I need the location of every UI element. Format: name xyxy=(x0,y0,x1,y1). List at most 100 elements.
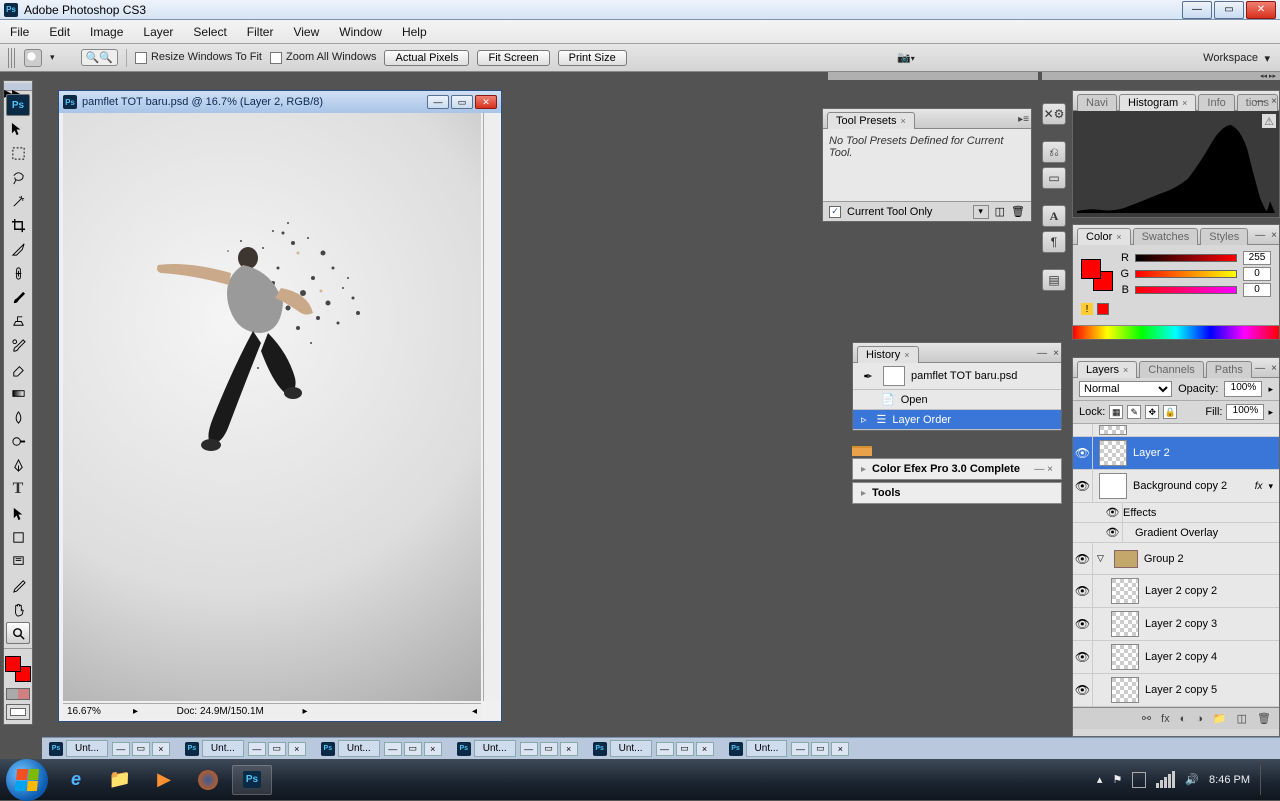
taskbar-media-icon[interactable]: ▶ xyxy=(144,765,184,795)
doc-scroll-vertical[interactable] xyxy=(483,113,499,701)
visibility-toggle[interactable] xyxy=(1073,424,1093,436)
fill-arrow-icon[interactable]: ▸ xyxy=(1268,407,1273,418)
docbar-group[interactable]: PsUnt... —▭× xyxy=(318,740,442,757)
docbar-group[interactable]: PsUnt... —▭× xyxy=(590,740,714,757)
zoom-all-windows-checkbox[interactable]: Zoom All Windows xyxy=(270,51,376,63)
new-preset-icon[interactable]: ◫ xyxy=(995,205,1005,218)
color-swatches[interactable] xyxy=(5,656,31,682)
menu-layer[interactable]: Layer xyxy=(133,20,183,44)
zoom-readout[interactable]: 16.67% xyxy=(67,706,123,717)
fit-screen-button[interactable]: Fit Screen xyxy=(477,50,549,66)
canvas[interactable] xyxy=(63,113,481,701)
shape-tool[interactable] xyxy=(6,526,30,548)
panel-minimize-icon[interactable]: — xyxy=(1255,363,1265,374)
dock-clone-icon[interactable]: ⎌ xyxy=(1042,141,1066,163)
layer-name[interactable]: Layer 2 copy 2 xyxy=(1145,585,1279,597)
print-size-button[interactable]: Print Size xyxy=(558,50,627,66)
tray-flag-icon[interactable]: ⚑ xyxy=(1112,773,1122,786)
doc-scroll-left-icon[interactable]: ◂ xyxy=(472,706,477,717)
delete-layer-icon[interactable]: 🗑 xyxy=(1257,712,1271,725)
panel-close-icon[interactable]: × xyxy=(1271,96,1277,107)
menu-filter[interactable]: Filter xyxy=(237,20,284,44)
slice-tool[interactable] xyxy=(6,238,30,260)
b-slider[interactable] xyxy=(1135,286,1237,294)
window-maximize-button[interactable]: ▭ xyxy=(1214,1,1244,19)
menu-image[interactable]: Image xyxy=(80,20,133,44)
link-layers-icon[interactable]: ⚯ xyxy=(1142,712,1151,725)
lock-transparency-icon[interactable]: ▦ xyxy=(1109,405,1123,419)
document-titlebar[interactable]: Ps pamflet TOT baru.psd @ 16.7% (Layer 2… xyxy=(59,91,501,113)
menu-edit[interactable]: Edit xyxy=(39,20,80,44)
menu-help[interactable]: Help xyxy=(392,20,437,44)
new-group-icon[interactable]: 📁 xyxy=(1213,712,1227,725)
panel-minimize-icon[interactable]: — xyxy=(1255,230,1265,241)
layer-mask-icon[interactable]: ◐ xyxy=(1180,713,1187,725)
layer-row[interactable]: 👁 Layer 2 copy 2 xyxy=(1073,575,1279,608)
histogram-tab[interactable]: Histogram× xyxy=(1119,94,1196,111)
type-tool[interactable]: T xyxy=(6,478,30,500)
layer-row[interactable]: 👁 Background copy 2 fx ▾ xyxy=(1073,470,1279,503)
window-close-button[interactable]: ✕ xyxy=(1246,1,1276,19)
paths-tab[interactable]: Paths xyxy=(1206,361,1252,378)
magic-wand-tool[interactable] xyxy=(6,190,30,212)
opacity-arrow-icon[interactable]: ▸ xyxy=(1268,384,1273,395)
crop-tool[interactable] xyxy=(6,214,30,236)
screen-mode-toggle[interactable] xyxy=(6,704,30,720)
taskbar-ie-icon[interactable]: e xyxy=(56,765,96,795)
color-efex-strip[interactable]: ▸ Color Efex Pro 3.0 Complete — × xyxy=(852,458,1062,480)
window-minimize-button[interactable]: — xyxy=(1182,1,1212,19)
taskbar-photoshop-icon[interactable]: Ps xyxy=(232,765,272,795)
dock-brushes-icon[interactable]: ✕⚙ xyxy=(1042,103,1066,125)
clone-stamp-tool[interactable] xyxy=(6,310,30,332)
adjustment-layer-icon[interactable]: ◑ xyxy=(1196,713,1203,725)
r-value[interactable]: 255 xyxy=(1243,251,1271,265)
history-step-open[interactable]: 📄 Open xyxy=(853,390,1061,410)
fx-expand-icon[interactable]: ▾ xyxy=(1268,481,1273,492)
menu-view[interactable]: View xyxy=(283,20,329,44)
lock-position-icon[interactable]: ✥ xyxy=(1145,405,1159,419)
layer-row-partial[interactable] xyxy=(1073,424,1279,437)
layer-name[interactable]: Background copy 2 xyxy=(1133,480,1249,492)
doc-minimize-button[interactable]: — xyxy=(427,95,449,109)
g-slider[interactable] xyxy=(1135,270,1237,278)
layer-name[interactable]: Layer 2 copy 5 xyxy=(1145,684,1279,696)
dodge-tool[interactable] xyxy=(6,430,30,452)
preset-dropdown-icon[interactable]: ▾ xyxy=(973,205,989,219)
docbar-group[interactable]: PsUnt... —▭× xyxy=(46,740,170,757)
menu-file[interactable]: File xyxy=(0,20,39,44)
resize-to-fit-checkbox[interactable]: Resize Windows To Fit xyxy=(135,51,262,63)
opacity-input[interactable]: 100% xyxy=(1224,381,1262,397)
ps-logo-tool[interactable]: Ps xyxy=(6,94,30,116)
visibility-toggle[interactable]: 👁 xyxy=(1073,437,1093,469)
tray-network-icon[interactable] xyxy=(1156,771,1175,788)
layer-row[interactable]: 👁 Layer 2 xyxy=(1073,437,1279,470)
docbar-group[interactable]: PsUnt... —▭× xyxy=(182,740,306,757)
doc-close-button[interactable]: ✕ xyxy=(475,95,497,109)
workspace-dropdown[interactable]: Workspace xyxy=(1195,50,1272,66)
gradient-tool[interactable] xyxy=(6,382,30,404)
r-slider[interactable] xyxy=(1135,254,1237,262)
zoom-preset-icon[interactable]: 🔍🔍 xyxy=(81,49,118,66)
current-tool-only-checkbox[interactable]: ✓ xyxy=(829,206,841,218)
tray-show-hidden-icon[interactable]: ▴ xyxy=(1097,773,1103,786)
color-spectrum[interactable] xyxy=(1073,325,1279,339)
panel-close-icon[interactable]: × xyxy=(1053,348,1059,359)
color-fg-bg-swatch[interactable] xyxy=(1081,259,1113,291)
tools-strip[interactable]: ▸ Tools xyxy=(852,482,1062,504)
doc-maximize-button[interactable]: ▭ xyxy=(451,95,473,109)
panel-minimize-icon[interactable]: — xyxy=(1037,348,1047,359)
new-layer-icon[interactable]: ◫ xyxy=(1237,712,1247,725)
gamut-warning-icon[interactable]: ! xyxy=(1081,303,1093,315)
lasso-tool[interactable] xyxy=(6,166,30,188)
tray-volume-icon[interactable]: 🔊 xyxy=(1185,773,1199,786)
panel-close-icon[interactable]: × xyxy=(1271,230,1277,241)
doc-chevron-right-icon[interactable]: ▸ xyxy=(302,706,307,717)
gradient-overlay-row[interactable]: 👁 Gradient Overlay xyxy=(1073,523,1279,543)
visibility-toggle[interactable]: 👁 xyxy=(1073,674,1093,706)
move-tool[interactable] xyxy=(6,118,30,140)
taskbar-firefox-icon[interactable] xyxy=(188,765,228,795)
menu-select[interactable]: Select xyxy=(183,20,236,44)
marquee-tool[interactable] xyxy=(6,142,30,164)
tray-clock[interactable]: 8:46 PM xyxy=(1209,774,1250,786)
actual-pixels-button[interactable]: Actual Pixels xyxy=(384,50,469,66)
